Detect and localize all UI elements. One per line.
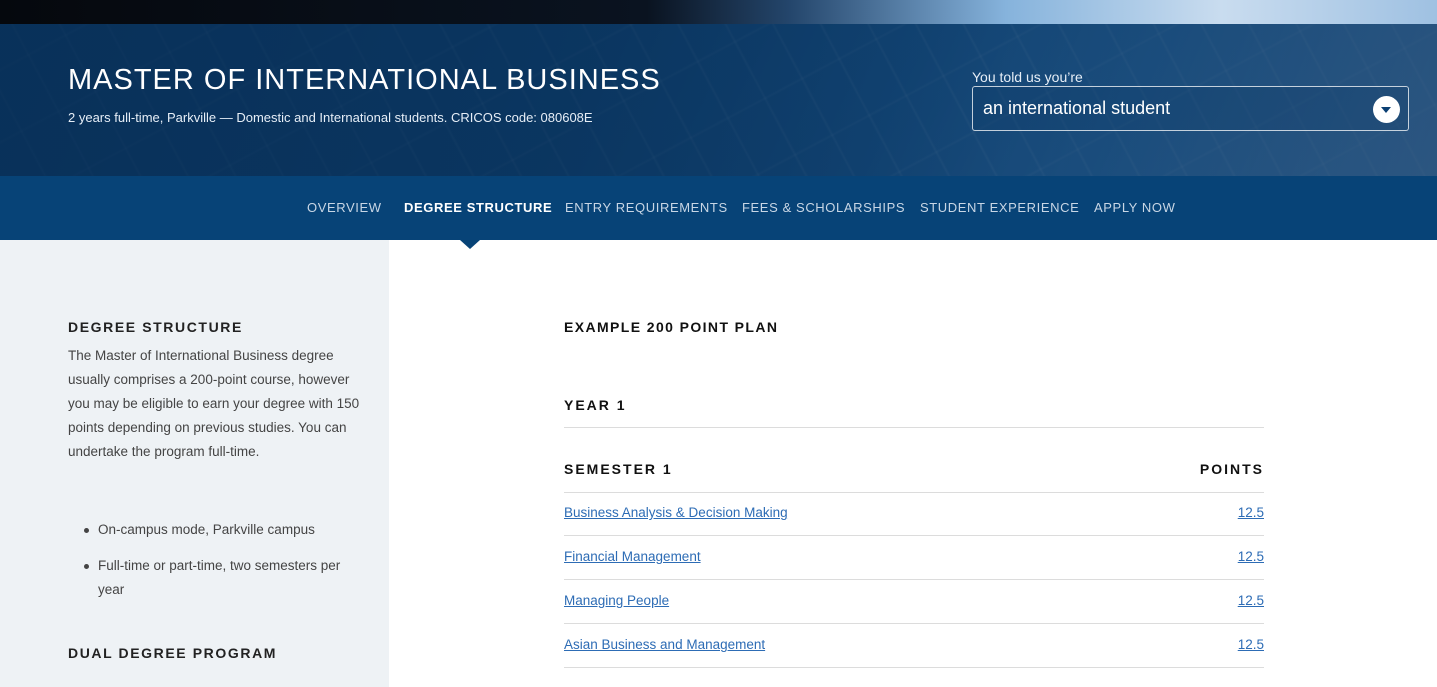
sidebar-heading-dual-degree: DUAL DEGREE PROGRAM <box>68 645 278 661</box>
table-row: Asian Business and Management 12.5 <box>564 624 1264 668</box>
list-item: Full-time or part-time, two semesters pe… <box>68 554 363 602</box>
hero-banner: MASTER OF INTERNATIONAL BUSINESS 2 years… <box>0 0 1437 176</box>
subject-points-link[interactable]: 12.5 <box>1238 505 1264 520</box>
subject-points-link[interactable]: 12.5 <box>1238 549 1264 564</box>
tab-fees-scholarships[interactable]: FEES & SCHOLARSHIPS <box>742 200 905 215</box>
degree-plan: EXAMPLE 200 POINT PLAN YEAR 1 SEMESTER 1… <box>389 240 1437 687</box>
page-title: MASTER OF INTERNATIONAL BUSINESS <box>68 64 661 96</box>
course-nav: OVERVIEW DEGREE STRUCTURE ENTRY REQUIREM… <box>0 176 1437 249</box>
tab-overview[interactable]: OVERVIEW <box>307 200 382 215</box>
tab-apply-now[interactable]: APPLY NOW <box>1094 200 1176 215</box>
subject-link[interactable]: Business Analysis & Decision Making <box>564 505 788 520</box>
student-type-select[interactable]: an international student <box>972 86 1409 131</box>
points-heading: POINTS <box>1199 461 1264 477</box>
tab-student-experience[interactable]: STUDENT EXPERIENCE <box>920 200 1079 215</box>
table-row: Financial Management 12.5 <box>564 536 1264 580</box>
sidebar: DEGREE STRUCTURE The Master of Internati… <box>0 240 389 687</box>
hero-top-band <box>0 0 1437 24</box>
sidebar-bullets: On-campus mode, Parkville campus Full-ti… <box>68 518 363 614</box>
subject-points-link[interactable]: 12.5 <box>1238 593 1264 608</box>
tab-degree-structure[interactable]: DEGREE STRUCTURE <box>404 200 552 215</box>
subject-link[interactable]: Managing People <box>564 593 669 608</box>
chevron-down-icon[interactable] <box>1373 96 1400 123</box>
row-divider <box>564 667 1264 668</box>
student-type-label: You told us you’re <box>972 69 1083 85</box>
student-type-value: an international student <box>983 98 1171 118</box>
semester-heading: SEMESTER 1 <box>564 461 673 477</box>
subject-link[interactable]: Asian Business and Management <box>564 637 765 652</box>
plan-heading: EXAMPLE 200 POINT PLAN <box>564 319 779 335</box>
table-row: Business Analysis & Decision Making 12.5 <box>564 492 1264 536</box>
course-summary: 2 years full-time, Parkville — Domestic … <box>68 110 593 125</box>
list-item: On-campus mode, Parkville campus <box>68 518 363 542</box>
bullet-icon <box>84 564 89 569</box>
divider <box>564 427 1264 428</box>
year-heading: YEAR 1 <box>564 397 627 413</box>
subject-link[interactable]: Financial Management <box>564 549 701 564</box>
bullet-icon <box>84 528 89 533</box>
tab-entry-requirements[interactable]: ENTRY REQUIREMENTS <box>565 200 728 215</box>
sidebar-description: The Master of International Business deg… <box>68 348 360 459</box>
subject-points-link[interactable]: 12.5 <box>1238 637 1264 652</box>
sidebar-heading: DEGREE STRUCTURE <box>68 319 243 335</box>
table-row: Managing People 12.5 <box>564 580 1264 624</box>
